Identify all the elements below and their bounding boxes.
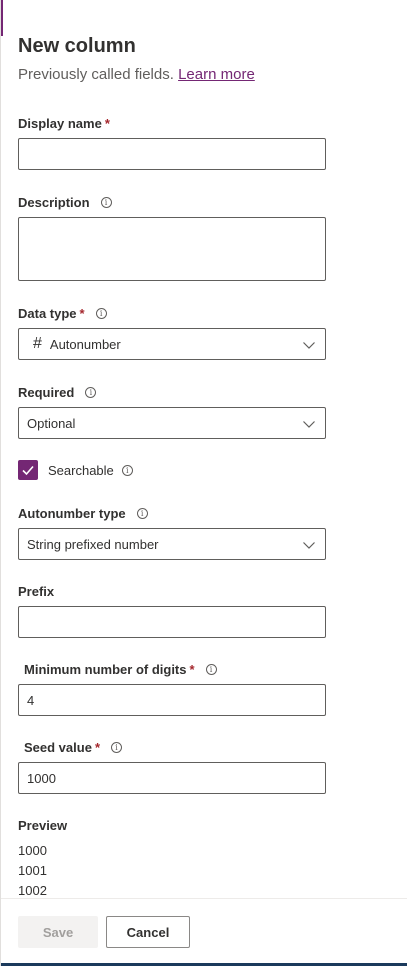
seed-value-input[interactable]: 1000 [18,762,326,794]
info-icon[interactable]: i [121,465,133,476]
prefix-input[interactable] [18,606,326,638]
chevron-down-icon [303,542,315,549]
info-icon[interactable]: i [111,742,122,753]
data-type-value: Autonumber [49,336,121,352]
learn-more-link[interactable]: Learn more [178,66,255,83]
chevron-down-icon [303,342,315,349]
info-icon[interactable]: i [85,387,97,398]
min-digits-input[interactable]: 4 [18,684,326,716]
prefix-label: Prefix [18,584,54,599]
save-button[interactable]: Save [18,916,98,948]
seed-value-value: 1000 [27,770,56,786]
required-asterisk: * [94,740,100,755]
searchable-label-text: Searchable [48,463,114,478]
description-label: Description i [18,195,112,210]
preview-value: 1000 [18,843,47,858]
searchable-checkbox[interactable] [18,460,38,480]
footer-divider [1,898,407,899]
min-digits-label: Minimum number of digits * i [24,662,217,677]
number-icon: # [33,335,42,352]
required-asterisk: * [189,662,195,677]
data-type-label: Data type * i [18,306,107,321]
preview-label-text: Preview [18,818,68,833]
autonumber-type-label-text: Autonumber type [18,506,126,521]
required-value: Optional [27,415,76,431]
required-asterisk: * [79,306,85,321]
panel-subtitle: Previously called fields. Learn more [18,66,255,83]
info-icon[interactable]: i [136,508,148,519]
display-name-label-text: Display name [18,116,102,131]
panel-title: New column [18,35,136,57]
display-name-label: Display name * [18,116,110,131]
info-icon[interactable]: i [205,664,217,675]
description-label-text: Description [18,195,90,210]
subtitle-text: Previously called fields. [18,66,174,83]
info-icon[interactable]: i [100,197,112,208]
seed-value-label-text: Seed value [24,740,92,755]
preview-label: Preview [18,818,67,833]
cancel-button[interactable]: Cancel [106,916,190,948]
preview-value: 1002 [18,883,47,898]
min-digits-label-text: Minimum number of digits [24,662,187,677]
searchable-label: Searchable i [48,463,133,478]
panel-accent-bar [1,0,3,36]
required-asterisk: * [104,116,110,131]
display-name-input[interactable] [18,138,326,170]
prefix-label-text: Prefix [18,584,55,599]
data-type-dropdown[interactable]: # Autonumber [18,328,326,360]
info-icon[interactable]: i [95,308,107,319]
required-label-text: Required [18,385,75,400]
autonumber-type-value: String prefixed number [27,536,159,552]
description-textarea[interactable] [18,217,326,281]
preview-value: 1001 [18,863,47,878]
required-dropdown[interactable]: Optional [18,407,326,439]
new-column-panel: New column Previously called fields. Lea… [0,0,407,966]
min-digits-value: 4 [27,692,35,708]
seed-value-label: Seed value * i [24,740,122,755]
chevron-down-icon [303,421,315,428]
autonumber-type-dropdown[interactable]: String prefixed number [18,528,326,560]
data-type-label-text: Data type [18,306,77,321]
autonumber-type-label: Autonumber type i [18,506,148,521]
required-label: Required i [18,385,97,400]
checkmark-icon [22,465,34,476]
